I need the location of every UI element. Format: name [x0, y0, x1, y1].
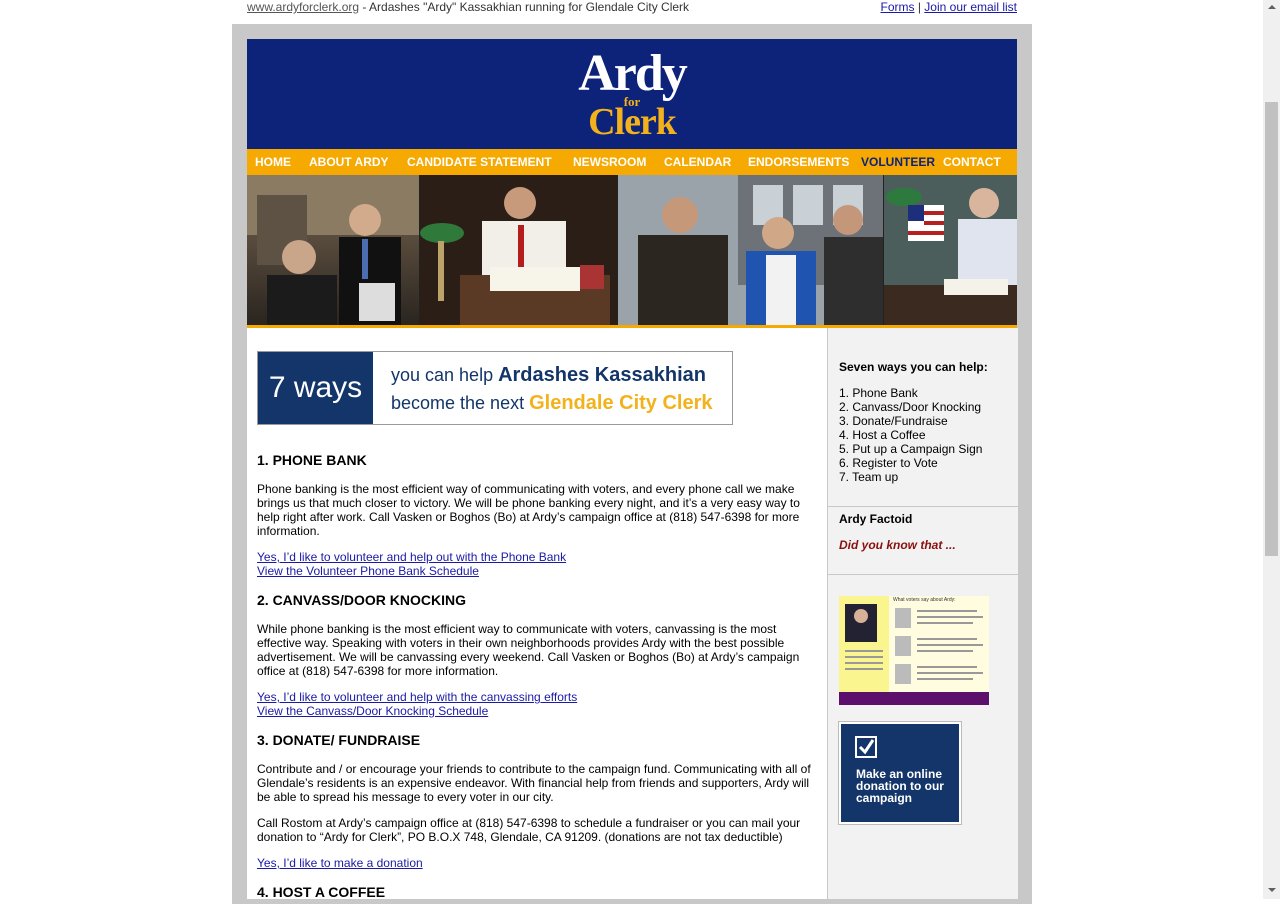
nav-endorsements[interactable]: ENDORSEMENTS — [748, 149, 849, 175]
photo-ardy-talking — [618, 175, 883, 325]
sidebar-heading: Seven ways you can help: — [839, 360, 988, 374]
sidebar-way-item: 5. Put up a Campaign Sign — [839, 442, 983, 456]
sidebar-way-item: 3. Donate/Fundraise — [839, 414, 948, 428]
sidebar-way-item: 1. Phone Bank — [839, 386, 918, 400]
top-bar-right: Forms | Join our email list — [881, 0, 1018, 14]
voters-flyer-title: What voters say about Ardy: — [893, 597, 956, 603]
site-link[interactable]: www.ardyforclerk.org — [247, 0, 359, 14]
seven-ways-banner: 7 ways you can help Ardashes Kassakhian … — [257, 351, 733, 425]
logo-clerk: Clerk — [588, 101, 677, 143]
sidebar-divider — [828, 574, 1018, 575]
nav-volunteer[interactable]: VOLUNTEER — [861, 149, 935, 175]
main-content: 7 ways you can help Ardashes Kassakhian … — [247, 328, 827, 900]
voters-say-flyer[interactable]: What voters say about Ardy: — [839, 596, 989, 705]
nav-home[interactable]: HOME — [255, 149, 291, 175]
banner-line-1-text: you can help — [391, 365, 499, 385]
link-canvass-schedule[interactable]: View the Canvass/Door Knocking Schedule — [257, 704, 488, 718]
sidebar-ways-list: 1. Phone Bank 2. Canvass/Door Knocking 3… — [839, 386, 982, 484]
section-heading-donate: 3. DONATE/ FUNDRAISE — [257, 732, 421, 748]
sidebar-way-item: 6. Register to Vote — [839, 456, 938, 470]
scrollbar-thumb[interactable] — [1265, 102, 1278, 556]
top-bar-left: www.ardyforclerk.org - Ardashes "Ardy" K… — [247, 0, 689, 14]
section-heading-host-coffee: 4. HOST A COFFEE — [257, 884, 386, 900]
factoid-heading: Ardy Factoid — [839, 512, 913, 526]
top-bar: www.ardyforclerk.org - Ardashes "Ardy" K… — [247, 0, 1017, 16]
nav-contact[interactable]: CONTACT — [943, 149, 1001, 175]
donation-button-label: Make an online donation to our campaign — [856, 767, 944, 805]
photo-ardy-reading — [420, 175, 617, 325]
link-volunteer-phone-bank[interactable]: Yes, I’d like to volunteer and help out … — [257, 550, 566, 564]
banner-line-2-text: become the next — [391, 393, 530, 413]
banner-candidate-name: Ardashes Kassakhian — [498, 364, 706, 386]
nav-candidate-statement[interactable]: CANDIDATE STATEMENT — [407, 149, 552, 175]
sidebar-divider — [828, 506, 1018, 507]
banner-line-2: become the next Glendale City Clerk — [391, 392, 713, 415]
section-text-canvass: While phone banking is the most efficien… — [257, 622, 800, 678]
sidebar: Seven ways you can help: 1. Phone Bank 2… — [827, 328, 1018, 899]
sidebar-way-item: 2. Canvass/Door Knocking — [839, 400, 982, 414]
section-text-donate-2: Call Rostom at Ardy’s campaign office at… — [257, 816, 801, 844]
checkbox-icon — [855, 736, 877, 758]
link-phone-bank-schedule[interactable]: View the Volunteer Phone Bank Schedule — [257, 564, 479, 578]
site-logo[interactable]: Ardy for Clerk — [557, 45, 707, 143]
email-list-link[interactable]: Join our email list — [924, 0, 1017, 14]
page-scrollbar[interactable] — [1263, 0, 1280, 899]
photo-ardy-at-desk — [884, 175, 1017, 325]
scroll-down-icon[interactable] — [1268, 887, 1276, 893]
banner-ways: 7 ways — [258, 352, 373, 424]
forms-link[interactable]: Forms — [881, 0, 915, 14]
online-donation-button[interactable]: Make an online donation to our campaign — [839, 722, 961, 824]
scroll-up-icon[interactable] — [1268, 4, 1276, 10]
banner-line-1: you can help Ardashes Kassakhian — [391, 364, 706, 387]
link-make-donation[interactable]: Yes, I’d like to make a donation — [257, 856, 423, 870]
section-text-phone-bank: Phone banking is the most efficient way … — [257, 482, 800, 538]
nav-calendar[interactable]: CALENDAR — [664, 149, 731, 175]
link-separator: | — [914, 0, 925, 14]
section-text-donate-1: Contribute and / or encourage your frien… — [257, 762, 811, 804]
banner-office-name: Glendale City Clerk — [529, 392, 713, 414]
photo-ardy-with-supporter — [247, 175, 419, 325]
site-header: Ardy for Clerk — [247, 39, 1017, 149]
section-heading-phone-bank: 1. PHONE BANK — [257, 452, 367, 468]
nav-newsroom[interactable]: NEWSROOM — [573, 149, 646, 175]
photo-strip — [247, 175, 1017, 325]
section-heading-canvass: 2. CANVASS/DOOR KNOCKING — [257, 592, 466, 608]
sidebar-way-item: 7. Team up — [839, 470, 899, 484]
main-nav: HOME ABOUT ARDY CANDIDATE STATEMENT NEWS… — [247, 149, 1017, 175]
link-volunteer-canvass[interactable]: Yes, I’d like to volunteer and help with… — [257, 690, 577, 704]
volunteer-sections: 1. PHONE BANK Phone banking is the most … — [257, 452, 817, 900]
factoid-text: Did you know that ... — [839, 538, 956, 552]
logo-ardy: Ardy — [578, 45, 688, 102]
sidebar-way-item: 4. Host a Coffee — [839, 428, 926, 442]
site-tagline: - Ardashes "Ardy" Kassakhian running for… — [359, 0, 690, 14]
nav-about-ardy[interactable]: ABOUT ARDY — [309, 149, 389, 175]
